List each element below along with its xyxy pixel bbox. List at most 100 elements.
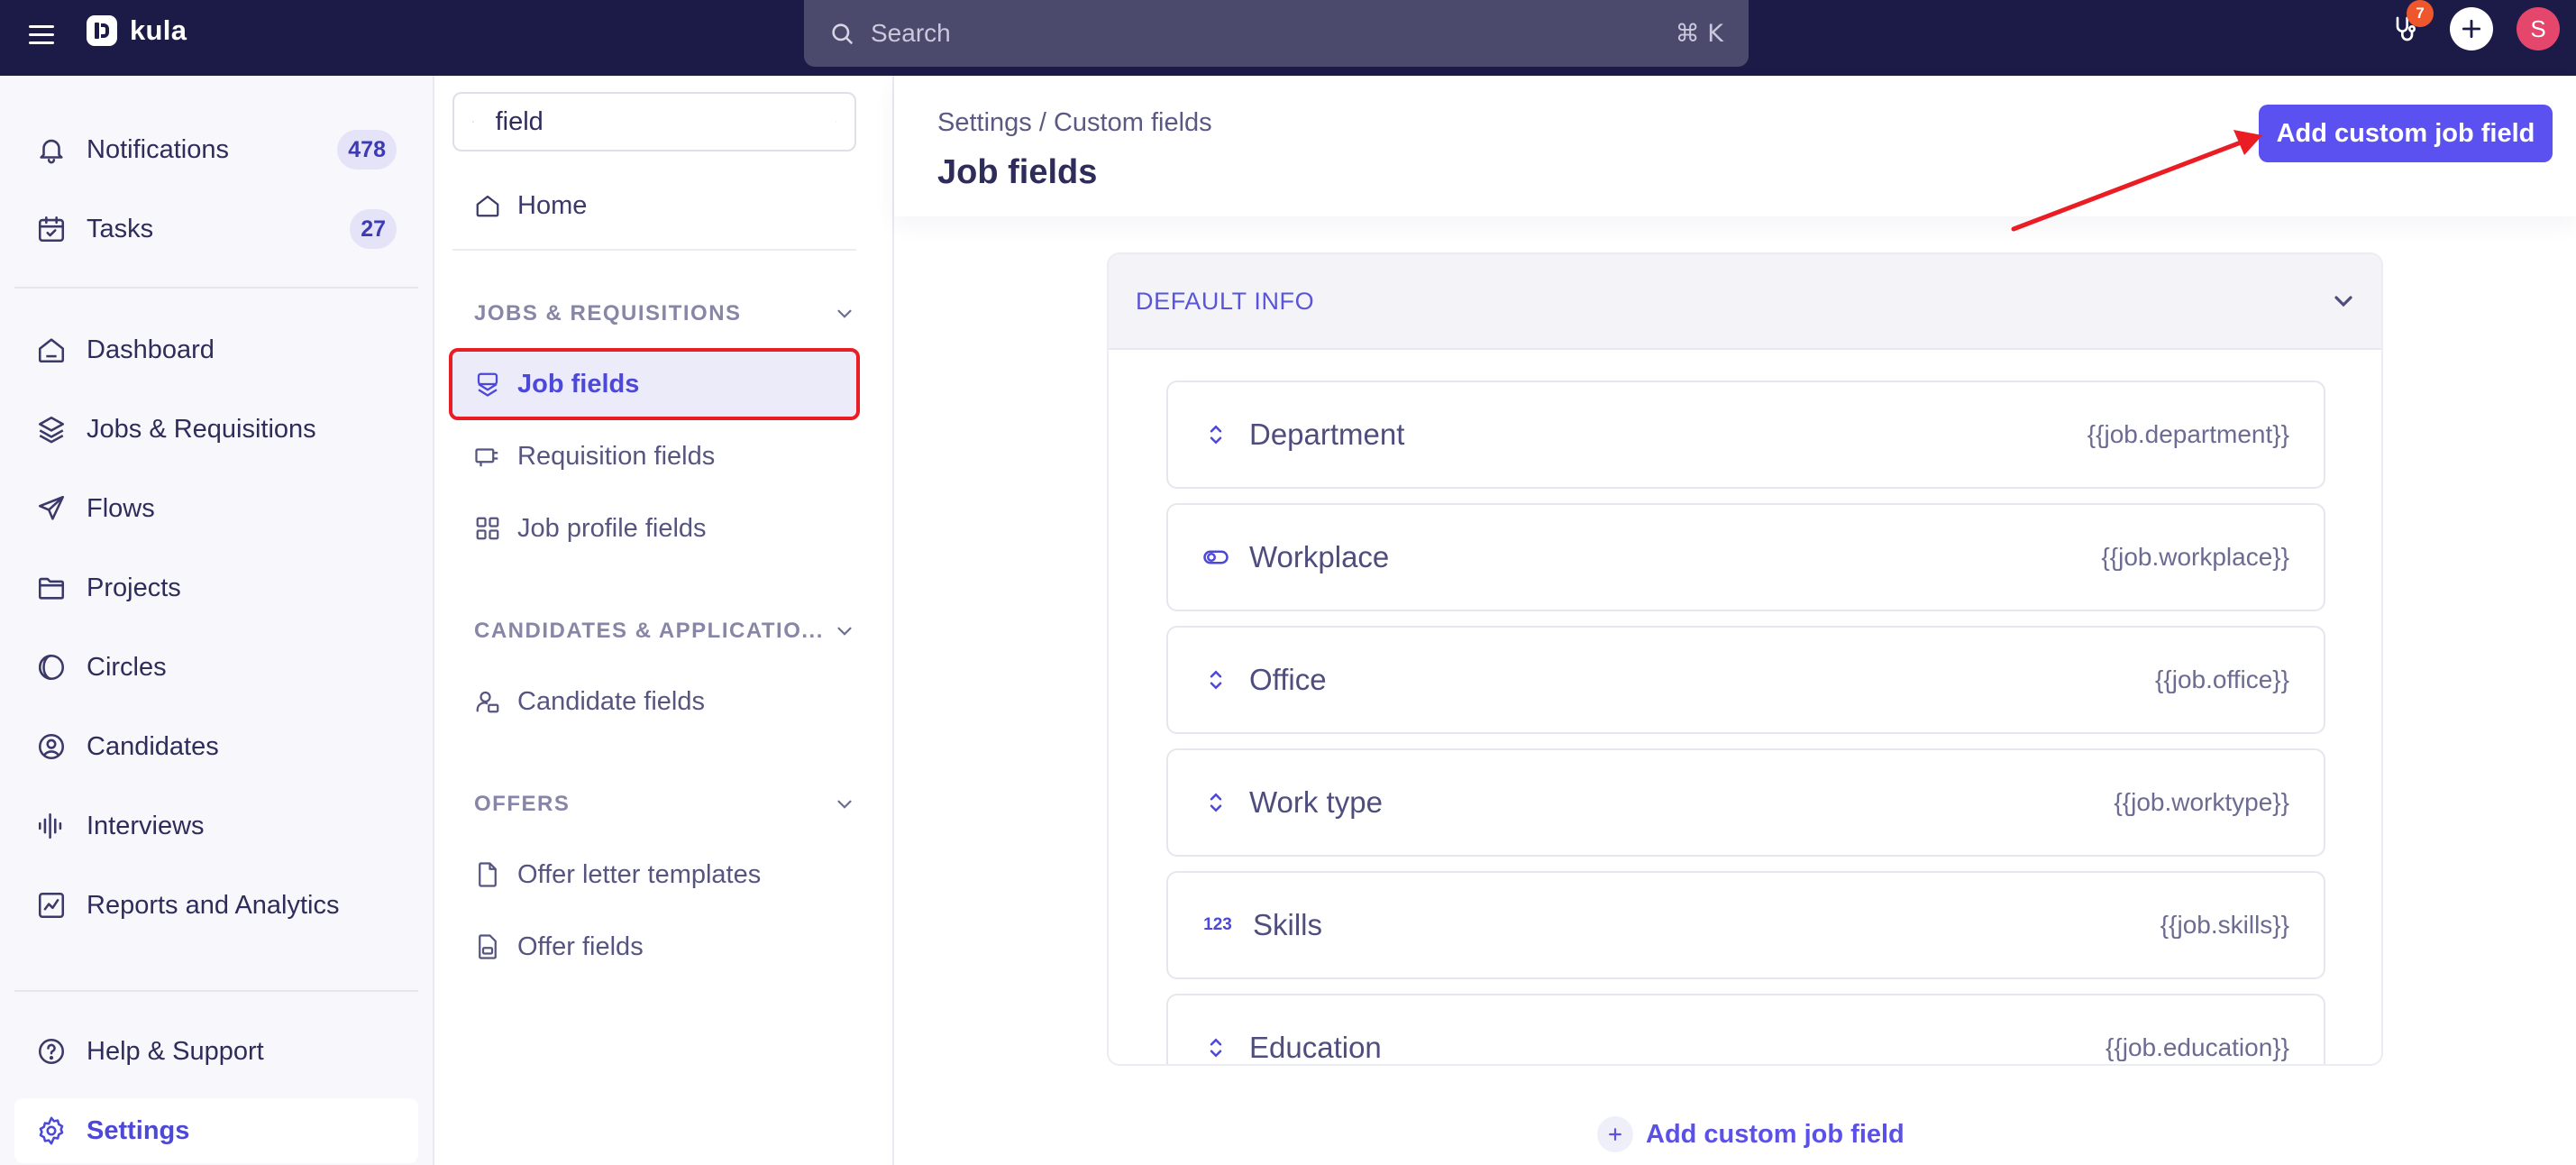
activity-button[interactable]: 7 [2383, 0, 2434, 50]
search-icon [832, 23, 853, 44]
search-icon [472, 121, 474, 123]
sidebar-item-label: Flows [87, 493, 155, 523]
sidebar-item-projects[interactable]: Projects [14, 555, 418, 620]
gear-icon [39, 1116, 64, 1145]
field-name: Work type [1249, 785, 1383, 819]
breadcrumb: Settings / Custom fields [937, 108, 1212, 138]
settings-search[interactable] [452, 92, 856, 151]
section-offers[interactable]: OFFERS [474, 786, 856, 822]
field-name: Department [1249, 417, 1405, 451]
plus-icon [2462, 19, 2481, 39]
sidebar-item-label: Circles [87, 652, 167, 682]
chevrons-updown-icon [1210, 670, 1222, 690]
document-lines-icon [479, 934, 497, 959]
settings-search-input[interactable] [495, 106, 836, 137]
subnav-item-label: Home [517, 190, 588, 220]
menu-icon[interactable] [29, 18, 61, 50]
requisition-icon [475, 448, 498, 467]
grid-icon [476, 517, 499, 540]
sidebar-item-label: Candidates [87, 731, 219, 761]
help-icon [38, 1038, 65, 1065]
field-row-work-type[interactable]: Work type {{job.worktype}} [1166, 748, 2325, 857]
section-candidates-applications[interactable]: CANDIDATES & APPLICATIO... [474, 613, 856, 649]
app-name: kula [130, 14, 187, 46]
waveform-icon [38, 812, 62, 839]
circles-icon [38, 654, 65, 681]
panel-title: DEFAULT INFO [1136, 287, 1315, 315]
sidebar-item-settings[interactable]: Settings [14, 1098, 418, 1163]
section-title: JOBS & REQUISITIONS [474, 301, 742, 326]
chevron-down-icon [2334, 296, 2352, 307]
default-info-panel: DEFAULT INFO Department {{job.department… [1107, 252, 2383, 1066]
sidebar-item-label: Reports and Analytics [87, 890, 340, 920]
subnav-item-label: Candidate fields [517, 686, 705, 716]
sidebar-item-label: Dashboard [87, 335, 215, 364]
sidebar-item-candidates[interactable]: Candidates [14, 714, 418, 779]
sidebar-item-label: Notifications [87, 134, 229, 164]
field-variable: {{job.office}} [2155, 665, 2289, 693]
section-jobs-requisitions[interactable]: JOBS & REQUISITIONS [474, 296, 856, 332]
sidebar-item-jobs[interactable]: Jobs & Requisitions [14, 397, 418, 462]
subnav-item-job-profile-fields[interactable]: Job profile fields [452, 496, 856, 561]
breadcrumb-settings[interactable]: Settings [937, 108, 1032, 137]
sidebar-item-label: Jobs & Requisitions [87, 414, 316, 444]
chevrons-updown-icon [1210, 425, 1222, 445]
sidebar-item-label: Projects [87, 573, 181, 602]
section-title: OFFERS [474, 792, 571, 816]
page-header: Settings / Custom fields Job fields Add … [894, 76, 2576, 216]
sidebar-item-circles[interactable]: Circles [14, 635, 418, 700]
sidebar-item-flows[interactable]: Flows [14, 476, 418, 541]
field-row-skills[interactable]: 123 Skills {{job.skills}} [1166, 871, 2325, 979]
sidebar-item-reports[interactable]: Reports and Analytics [14, 873, 418, 938]
field-variable: {{job.skills}} [2160, 911, 2289, 939]
subnav-item-candidate-fields[interactable]: Candidate fields [452, 669, 856, 734]
sidebar-item-interviews[interactable]: Interviews [14, 793, 418, 858]
page-title: Job fields [937, 153, 1098, 191]
sidebar-item-tasks[interactable]: Tasks 27 [14, 197, 418, 261]
field-name: Education [1249, 1031, 1382, 1064]
breadcrumb-custom-fields[interactable]: Custom fields [1054, 108, 1212, 137]
subnav-item-label: Offer letter templates [517, 859, 762, 889]
default-info-header[interactable]: DEFAULT INFO [1109, 254, 2381, 350]
subnav-item-requisition-fields[interactable]: Requisition fields [452, 424, 856, 489]
folder-icon [38, 577, 65, 600]
bottom-add-custom-job-field[interactable]: Add custom job field [1597, 1115, 1905, 1154]
global-search-bar[interactable]: ⌘ K [804, 0, 1749, 67]
create-button[interactable] [2450, 7, 2493, 50]
number-icon: 123 [1203, 915, 1232, 934]
chevron-down-icon [837, 800, 852, 809]
main-content: Settings / Custom fields Job fields Add … [894, 76, 2576, 1165]
chart-icon [38, 892, 65, 919]
subnav-divider [452, 249, 856, 251]
chevron-down-icon [837, 627, 852, 636]
sidebar-item-dashboard[interactable]: Dashboard [14, 317, 418, 382]
subnav-item-label: Job fields [517, 369, 640, 399]
field-row-department[interactable]: Department {{job.department}} [1166, 381, 2325, 489]
add-custom-job-field-button[interactable]: Add custom job field [2259, 105, 2553, 162]
subnav-item-offer-letter-templates[interactable]: Offer letter templates [452, 842, 856, 907]
field-row-education[interactable]: Education {{job.education}} [1166, 994, 2325, 1064]
subnav-item-offer-fields[interactable]: Offer fields [452, 914, 856, 979]
bottom-add-label: Add custom job field [1646, 1119, 1905, 1149]
chevrons-updown-icon [1210, 793, 1222, 812]
field-row-workplace[interactable]: Workplace {{job.workplace}} [1166, 503, 2325, 611]
user-avatar[interactable]: S [2517, 7, 2560, 50]
app-logo[interactable]: kula [87, 14, 187, 47]
home-icon [38, 338, 65, 363]
sidebar-item-notifications[interactable]: Notifications 478 [14, 117, 418, 182]
global-search-input[interactable] [871, 19, 1676, 48]
job-fields-icon [477, 372, 498, 397]
field-variable: {{job.workplace}} [2101, 543, 2289, 571]
subnav-item-label: Job profile fields [517, 513, 707, 543]
top-actions: 7 S [2383, 0, 2560, 50]
breadcrumb-separator: / [1038, 108, 1046, 137]
send-icon [38, 495, 65, 520]
user-card-icon [476, 691, 499, 713]
subnav-item-home[interactable]: Home [452, 173, 856, 238]
subnav-item-job-fields[interactable]: Job fields [449, 348, 860, 420]
field-row-office[interactable]: Office {{job.office}} [1166, 626, 2325, 734]
sidebar-item-help[interactable]: Help & Support [14, 1019, 418, 1084]
sidebar-item-label: Settings [87, 1115, 190, 1145]
sidebar-item-label: Help & Support [87, 1036, 264, 1066]
subnav-item-label: Offer fields [517, 931, 644, 961]
